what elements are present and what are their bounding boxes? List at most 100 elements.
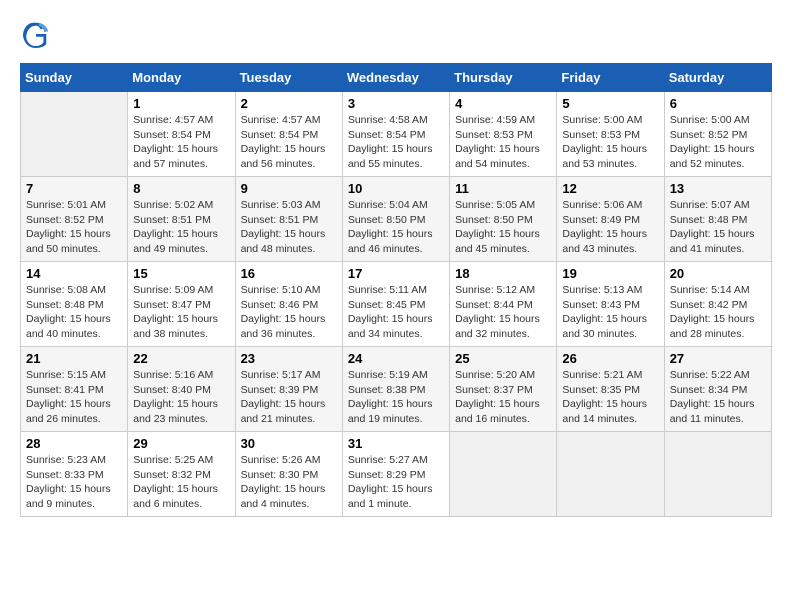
day-number: 12 [562, 181, 658, 196]
day-number: 11 [455, 181, 551, 196]
calendar-cell: 27 Sunrise: 5:22 AMSunset: 8:34 PMDayligh… [664, 347, 771, 432]
calendar-cell [664, 432, 771, 517]
cell-info: Sunrise: 5:10 AMSunset: 8:46 PMDaylight:… [241, 283, 337, 342]
calendar-cell [557, 432, 664, 517]
col-header-wednesday: Wednesday [342, 64, 449, 92]
calendar-cell: 22 Sunrise: 5:16 AMSunset: 8:40 PMDayligh… [128, 347, 235, 432]
cell-info: Sunrise: 5:02 AMSunset: 8:51 PMDaylight:… [133, 198, 229, 257]
cell-info: Sunrise: 5:09 AMSunset: 8:47 PMDaylight:… [133, 283, 229, 342]
calendar-cell: 20 Sunrise: 5:14 AMSunset: 8:42 PMDayligh… [664, 262, 771, 347]
day-number: 19 [562, 266, 658, 281]
calendar-cell: 23 Sunrise: 5:17 AMSunset: 8:39 PMDayligh… [235, 347, 342, 432]
cell-info: Sunrise: 4:57 AMSunset: 8:54 PMDaylight:… [241, 113, 337, 172]
calendar-cell: 2 Sunrise: 4:57 AMSunset: 8:54 PMDaylight… [235, 92, 342, 177]
calendar-cell: 29 Sunrise: 5:25 AMSunset: 8:32 PMDayligh… [128, 432, 235, 517]
day-number: 15 [133, 266, 229, 281]
col-header-monday: Monday [128, 64, 235, 92]
cell-info: Sunrise: 5:20 AMSunset: 8:37 PMDaylight:… [455, 368, 551, 427]
logo [20, 20, 54, 53]
calendar-header-row: SundayMondayTuesdayWednesdayThursdayFrid… [21, 64, 772, 92]
cell-info: Sunrise: 5:27 AMSunset: 8:29 PMDaylight:… [348, 453, 444, 512]
calendar-cell: 12 Sunrise: 5:06 AMSunset: 8:49 PMDayligh… [557, 177, 664, 262]
cell-info: Sunrise: 5:25 AMSunset: 8:32 PMDaylight:… [133, 453, 229, 512]
cell-info: Sunrise: 5:22 AMSunset: 8:34 PMDaylight:… [670, 368, 766, 427]
day-number: 10 [348, 181, 444, 196]
day-number: 18 [455, 266, 551, 281]
day-number: 8 [133, 181, 229, 196]
cell-info: Sunrise: 5:21 AMSunset: 8:35 PMDaylight:… [562, 368, 658, 427]
day-number: 24 [348, 351, 444, 366]
cell-info: Sunrise: 5:16 AMSunset: 8:40 PMDaylight:… [133, 368, 229, 427]
day-number: 13 [670, 181, 766, 196]
calendar-cell: 11 Sunrise: 5:05 AMSunset: 8:50 PMDayligh… [450, 177, 557, 262]
cell-info: Sunrise: 5:17 AMSunset: 8:39 PMDaylight:… [241, 368, 337, 427]
cell-info: Sunrise: 5:14 AMSunset: 8:42 PMDaylight:… [670, 283, 766, 342]
calendar-cell: 17Sunrise: 5:11 AMSunset: 8:45 PMDayligh… [342, 262, 449, 347]
col-header-sunday: Sunday [21, 64, 128, 92]
day-number: 20 [670, 266, 766, 281]
col-header-tuesday: Tuesday [235, 64, 342, 92]
day-number: 25 [455, 351, 551, 366]
day-number: 30 [241, 436, 337, 451]
cell-info: Sunrise: 5:08 AMSunset: 8:48 PMDaylight:… [26, 283, 122, 342]
calendar-cell [21, 92, 128, 177]
calendar-cell: 14 Sunrise: 5:08 AMSunset: 8:48 PMDayligh… [21, 262, 128, 347]
day-number: 1 [133, 96, 229, 111]
calendar-cell: 31 Sunrise: 5:27 AMSunset: 8:29 PMDayligh… [342, 432, 449, 517]
cell-info: Sunrise: 4:57 AMSunset: 8:54 PMDaylight:… [133, 113, 229, 172]
cell-info: Sunrise: 5:00 AMSunset: 8:53 PMDaylight:… [562, 113, 658, 172]
calendar-cell: 25 Sunrise: 5:20 AMSunset: 8:37 PMDayligh… [450, 347, 557, 432]
col-header-friday: Friday [557, 64, 664, 92]
day-number: 6 [670, 96, 766, 111]
day-number: 23 [241, 351, 337, 366]
day-number: 14 [26, 266, 122, 281]
day-number: 17 [348, 266, 444, 281]
calendar-cell: 19 Sunrise: 5:13 AMSunset: 8:43 PMDayligh… [557, 262, 664, 347]
day-number: 29 [133, 436, 229, 451]
calendar-cell: 13Sunrise: 5:07 AMSunset: 8:48 PMDayligh… [664, 177, 771, 262]
calendar-cell: 30Sunrise: 5:26 AMSunset: 8:30 PMDayligh… [235, 432, 342, 517]
cell-info: Sunrise: 5:03 AMSunset: 8:51 PMDaylight:… [241, 198, 337, 257]
week-row-1: 1 Sunrise: 4:57 AMSunset: 8:54 PMDaylight… [21, 92, 772, 177]
day-number: 16 [241, 266, 337, 281]
cell-info: Sunrise: 5:05 AMSunset: 8:50 PMDaylight:… [455, 198, 551, 257]
logo-icon [22, 20, 50, 48]
day-number: 3 [348, 96, 444, 111]
week-row-5: 28 Sunrise: 5:23 AMSunset: 8:33 PMDayligh… [21, 432, 772, 517]
col-header-saturday: Saturday [664, 64, 771, 92]
week-row-3: 14 Sunrise: 5:08 AMSunset: 8:48 PMDayligh… [21, 262, 772, 347]
calendar-cell: 15 Sunrise: 5:09 AMSunset: 8:47 PMDayligh… [128, 262, 235, 347]
cell-info: Sunrise: 4:58 AMSunset: 8:54 PMDaylight:… [348, 113, 444, 172]
page-header [20, 20, 772, 53]
cell-info: Sunrise: 5:00 AMSunset: 8:52 PMDaylight:… [670, 113, 766, 172]
day-number: 22 [133, 351, 229, 366]
week-row-2: 7 Sunrise: 5:01 AMSunset: 8:52 PMDaylight… [21, 177, 772, 262]
calendar-cell: 6 Sunrise: 5:00 AMSunset: 8:52 PMDaylight… [664, 92, 771, 177]
day-number: 2 [241, 96, 337, 111]
cell-info: Sunrise: 5:01 AMSunset: 8:52 PMDaylight:… [26, 198, 122, 257]
day-number: 4 [455, 96, 551, 111]
calendar-cell: 21 Sunrise: 5:15 AMSunset: 8:41 PMDayligh… [21, 347, 128, 432]
calendar-cell: 24Sunrise: 5:19 AMSunset: 8:38 PMDayligh… [342, 347, 449, 432]
day-number: 31 [348, 436, 444, 451]
day-number: 9 [241, 181, 337, 196]
calendar-cell: 18 Sunrise: 5:12 AMSunset: 8:44 PMDayligh… [450, 262, 557, 347]
day-number: 27 [670, 351, 766, 366]
calendar-cell: 1 Sunrise: 4:57 AMSunset: 8:54 PMDaylight… [128, 92, 235, 177]
cell-info: Sunrise: 5:13 AMSunset: 8:43 PMDaylight:… [562, 283, 658, 342]
cell-info: Sunrise: 5:23 AMSunset: 8:33 PMDaylight:… [26, 453, 122, 512]
calendar-cell [450, 432, 557, 517]
cell-info: Sunrise: 5:06 AMSunset: 8:49 PMDaylight:… [562, 198, 658, 257]
calendar-table: SundayMondayTuesdayWednesdayThursdayFrid… [20, 63, 772, 517]
cell-info: Sunrise: 5:04 AMSunset: 8:50 PMDaylight:… [348, 198, 444, 257]
cell-info: Sunrise: 5:15 AMSunset: 8:41 PMDaylight:… [26, 368, 122, 427]
day-number: 28 [26, 436, 122, 451]
cell-info: Sunrise: 5:12 AMSunset: 8:44 PMDaylight:… [455, 283, 551, 342]
calendar-cell: 26Sunrise: 5:21 AMSunset: 8:35 PMDayligh… [557, 347, 664, 432]
day-number: 21 [26, 351, 122, 366]
day-number: 5 [562, 96, 658, 111]
calendar-cell: 10 Sunrise: 5:04 AMSunset: 8:50 PMDayligh… [342, 177, 449, 262]
calendar-cell: 28 Sunrise: 5:23 AMSunset: 8:33 PMDayligh… [21, 432, 128, 517]
day-number: 7 [26, 181, 122, 196]
cell-info: Sunrise: 4:59 AMSunset: 8:53 PMDaylight:… [455, 113, 551, 172]
